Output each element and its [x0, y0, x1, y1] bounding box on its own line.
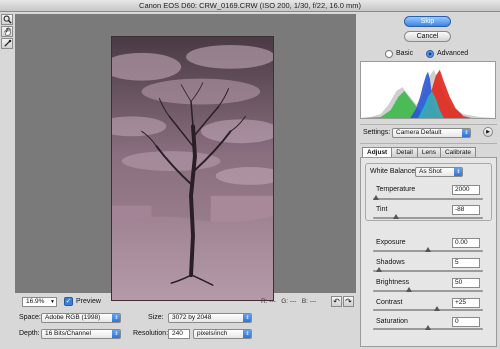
basic-label: Basic	[396, 50, 414, 57]
temperature-slider[interactable]	[373, 195, 483, 200]
divider	[360, 143, 497, 144]
advanced-label: Advanced	[437, 50, 469, 57]
brightness-label: Brightness	[376, 279, 410, 286]
exposure-slider-thumb[interactable]	[425, 247, 431, 252]
chevron-updown-icon: ⇕	[112, 314, 120, 322]
brightness-slider[interactable]	[373, 287, 483, 292]
cancel-button[interactable]: Cancel	[404, 31, 451, 42]
eyedropper-tool-icon[interactable]	[1, 38, 13, 49]
resolution-input[interactable]: 240	[168, 329, 190, 339]
preview-label: Preview	[76, 298, 101, 305]
r-readout: R: ---	[261, 298, 276, 305]
b-readout: B: ---	[301, 298, 317, 305]
temperature-label: Temperature	[376, 186, 416, 193]
brightness-slider-thumb[interactable]	[406, 287, 413, 292]
contrast-label: Contrast	[376, 299, 403, 306]
window-title: Canon EOS D60: CRW_0169.CRW (ISO 200, 1/…	[0, 0, 500, 12]
space-select[interactable]: Adobe RGB (1998) ⇕	[41, 313, 121, 323]
chevron-updown-icon: ⇕	[454, 168, 462, 176]
exposure-slider[interactable]	[373, 247, 483, 252]
exposure-input[interactable]: 0.00	[452, 238, 480, 248]
tint-slider-thumb[interactable]	[393, 214, 400, 219]
size-value: 3072 by 2048	[172, 314, 212, 321]
tab-calibrate[interactable]: Calibrate	[439, 147, 476, 157]
rotate-right-button[interactable]: ↷	[343, 296, 354, 307]
resolution-unit-value: pixels/inch	[197, 330, 228, 337]
histogram	[360, 61, 496, 119]
contrast-slider-thumb[interactable]	[433, 306, 440, 311]
shadows-input[interactable]: 5	[452, 258, 480, 268]
depth-select[interactable]: 16 Bits/Channel ⇕	[41, 329, 121, 339]
basic-radio[interactable]	[385, 50, 393, 58]
settings-label: Settings:	[363, 129, 391, 136]
size-label: Size:	[148, 314, 164, 321]
skip-button[interactable]: Skip	[404, 16, 451, 27]
temperature-input[interactable]: 2000	[452, 185, 480, 195]
shadows-slider-thumb[interactable]	[375, 267, 382, 272]
rotate-right-icon: ↷	[345, 297, 352, 306]
tab-lens[interactable]: Lens	[416, 147, 441, 157]
tool-column	[1, 14, 14, 50]
chevron-updown-icon: ⇕	[243, 314, 251, 322]
hand-tool-icon[interactable]	[1, 26, 13, 37]
exposure-label: Exposure	[376, 239, 406, 246]
zoom-level-value: 16.9%	[26, 298, 45, 305]
settings-menu-button[interactable]: ▶	[483, 127, 493, 137]
raw-image-preview	[111, 36, 274, 301]
rotate-left-button[interactable]: ↶	[331, 296, 342, 307]
brightness-input[interactable]: 50	[452, 278, 480, 288]
space-value: Adobe RGB (1998)	[45, 314, 101, 321]
shadows-label: Shadows	[376, 259, 405, 266]
rgb-readout: R: --- G: --- B: ---	[261, 297, 316, 307]
saturation-label: Saturation	[376, 318, 408, 325]
resolution-label: Resolution:	[133, 330, 169, 337]
white-balance-select[interactable]: As Shot ⇕	[415, 167, 463, 177]
temperature-slider-thumb[interactable]	[373, 195, 380, 200]
white-balance-label: White Balance:	[370, 168, 418, 175]
tab-adjust[interactable]: Adjust	[362, 147, 393, 157]
depth-label: Depth:	[19, 330, 40, 337]
shadows-slider[interactable]	[373, 267, 483, 272]
settings-value: Camera Default	[396, 129, 442, 136]
g-readout: G: ---	[281, 298, 297, 305]
preview-canvas[interactable]	[15, 14, 356, 301]
saturation-slider[interactable]	[373, 325, 483, 330]
zoom-level-select[interactable]: 16.9% ▼	[22, 297, 57, 307]
contrast-input[interactable]: +25	[452, 298, 480, 308]
tint-slider[interactable]	[373, 214, 483, 219]
triangle-right-icon: ▶	[486, 129, 490, 135]
chevron-updown-icon: ⇕	[243, 330, 251, 338]
tab-detail[interactable]: Detail	[391, 147, 418, 157]
size-select[interactable]: 3072 by 2048 ⇕	[168, 313, 252, 323]
chevron-down-icon: ▼	[50, 299, 55, 305]
chevron-updown-icon: ⇕	[462, 129, 470, 137]
space-label: Space:	[19, 314, 41, 321]
tint-input[interactable]: -88	[452, 205, 480, 215]
divider	[360, 124, 497, 125]
adjust-tabs: Adjust Detail Lens Calibrate	[362, 147, 476, 157]
tint-label: Tint	[376, 206, 388, 213]
advanced-radio[interactable]	[426, 50, 434, 58]
zoom-tool-icon[interactable]	[1, 14, 13, 25]
white-balance-value: As Shot	[419, 168, 442, 175]
saturation-input[interactable]: 0	[452, 317, 480, 327]
saturation-slider-thumb[interactable]	[425, 325, 431, 330]
rotate-left-icon: ↶	[333, 297, 340, 306]
preview-checkbox[interactable]: ✓	[64, 297, 73, 306]
preview-status-bar: 16.9% ▼ ✓ Preview R: --- G: --- B: --- ↶…	[15, 296, 356, 308]
settings-select[interactable]: Camera Default ⇕	[392, 128, 471, 138]
resolution-unit-select[interactable]: pixels/inch ⇕	[193, 329, 252, 339]
contrast-slider[interactable]	[373, 306, 483, 311]
chevron-updown-icon: ⇕	[112, 330, 120, 338]
depth-value: 16 Bits/Channel	[45, 330, 91, 337]
